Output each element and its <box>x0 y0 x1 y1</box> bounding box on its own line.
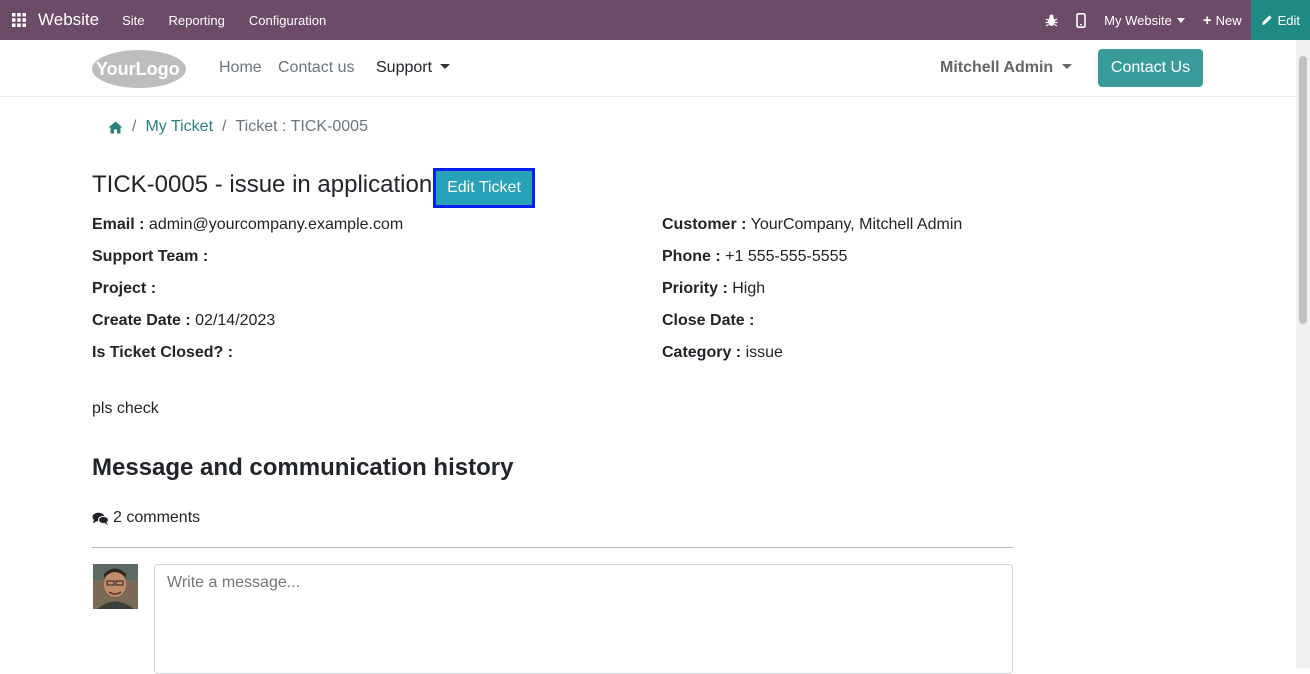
nav-support[interactable]: Support <box>376 59 451 77</box>
topbar-right: My Website + New Edit <box>1036 0 1310 40</box>
breadcrumb: / My Ticket / Ticket : TICK-0005 <box>108 118 368 136</box>
edit-button[interactable]: Edit <box>1250 0 1310 40</box>
field-label: Email : <box>92 216 145 233</box>
plus-icon: + <box>1202 11 1212 29</box>
field-value: admin@yourcompany.example.com <box>148 216 404 233</box>
edit-label: Edit <box>1277 12 1300 28</box>
menu-site[interactable]: Site <box>122 13 144 28</box>
nav-support-label: Support <box>376 59 433 76</box>
field-value: High <box>732 280 766 297</box>
field-label: Close Date : <box>662 312 755 329</box>
comments-count-label: 2 comments <box>113 509 201 526</box>
field-label: Create Date : <box>92 312 191 329</box>
field-create-date: Create Date : 02/14/2023 <box>92 312 275 330</box>
field-support-team: Support Team : <box>92 248 208 266</box>
mobile-preview-icon[interactable] <box>1067 0 1095 40</box>
breadcrumb-separator: / <box>222 118 227 135</box>
field-value: 02/14/2023 <box>195 312 276 329</box>
divider <box>92 547 1013 548</box>
chevron-down-icon <box>440 64 451 69</box>
field-phone: Phone : +1 555-555-5555 <box>662 248 847 266</box>
field-customer: Customer : YourCompany, Mitchell Admin <box>662 216 962 234</box>
home-icon[interactable] <box>108 121 123 134</box>
new-label: New <box>1215 12 1242 28</box>
field-label: Support Team : <box>92 248 209 265</box>
page-scrollbar[interactable] <box>1296 40 1310 668</box>
field-label: Customer : <box>662 216 747 233</box>
chevron-down-icon <box>1176 17 1185 23</box>
admin-topbar: Website Site Reporting Configuration My … <box>0 0 1310 40</box>
breadcrumb-my-ticket[interactable]: My Ticket <box>145 118 213 136</box>
breadcrumb-separator: / <box>132 118 137 135</box>
user-menu[interactable]: Mitchell Admin <box>940 59 1073 77</box>
contact-us-button[interactable]: Contact Us <box>1098 49 1203 87</box>
field-value: issue <box>745 344 783 361</box>
user-name: Mitchell Admin <box>940 59 1054 76</box>
comments-count: 2 comments <box>92 509 200 527</box>
field-label: Priority : <box>662 280 728 297</box>
field-category: Category : issue <box>662 344 783 362</box>
app-title[interactable]: Website <box>38 10 99 30</box>
website-selector-label: My Website <box>1104 12 1172 28</box>
message-input[interactable] <box>154 564 1013 674</box>
new-button[interactable]: + New <box>1194 0 1251 40</box>
menu-reporting[interactable]: Reporting <box>169 13 225 28</box>
menu-configuration[interactable]: Configuration <box>249 13 326 28</box>
ticket-description: pls check <box>92 400 159 417</box>
history-heading: Message and communication history <box>92 454 514 481</box>
field-close-date: Close Date : <box>662 312 754 330</box>
chevron-down-icon <box>1062 64 1073 69</box>
edit-ticket-button[interactable]: Edit Ticket <box>433 168 535 208</box>
field-is-ticket-closed: Is Ticket Closed? : <box>92 344 233 362</box>
debug-bug-icon[interactable] <box>1036 0 1067 40</box>
field-priority: Priority : High <box>662 280 765 298</box>
pencil-icon <box>1261 15 1272 25</box>
site-header: YourLogo Home Contact us Support Mitchel… <box>0 40 1296 97</box>
website-selector[interactable]: My Website <box>1095 0 1194 40</box>
apps-menu-icon[interactable] <box>1 0 37 40</box>
ticket-title: TICK-0005 - issue in application <box>92 171 433 198</box>
nav-contact-us[interactable]: Contact us <box>278 59 354 77</box>
company-logo[interactable]: YourLogo <box>92 48 188 89</box>
field-label: Category : <box>662 344 742 361</box>
avatar <box>93 564 138 609</box>
field-label: Project : <box>92 280 157 297</box>
field-value: +1 555-555-5555 <box>725 248 848 265</box>
comments-icon <box>92 512 109 525</box>
field-email: Email : admin@yourcompany.example.com <box>92 216 403 234</box>
field-label: Phone : <box>662 248 721 265</box>
scrollbar-thumb[interactable] <box>1299 56 1307 324</box>
field-label: Is Ticket Closed? : <box>92 344 234 361</box>
nav-home[interactable]: Home <box>219 59 262 77</box>
breadcrumb-current: Ticket : TICK-0005 <box>235 118 368 135</box>
field-value: YourCompany, Mitchell Admin <box>750 216 963 233</box>
svg-text:YourLogo: YourLogo <box>96 59 180 79</box>
field-project: Project : <box>92 280 156 298</box>
